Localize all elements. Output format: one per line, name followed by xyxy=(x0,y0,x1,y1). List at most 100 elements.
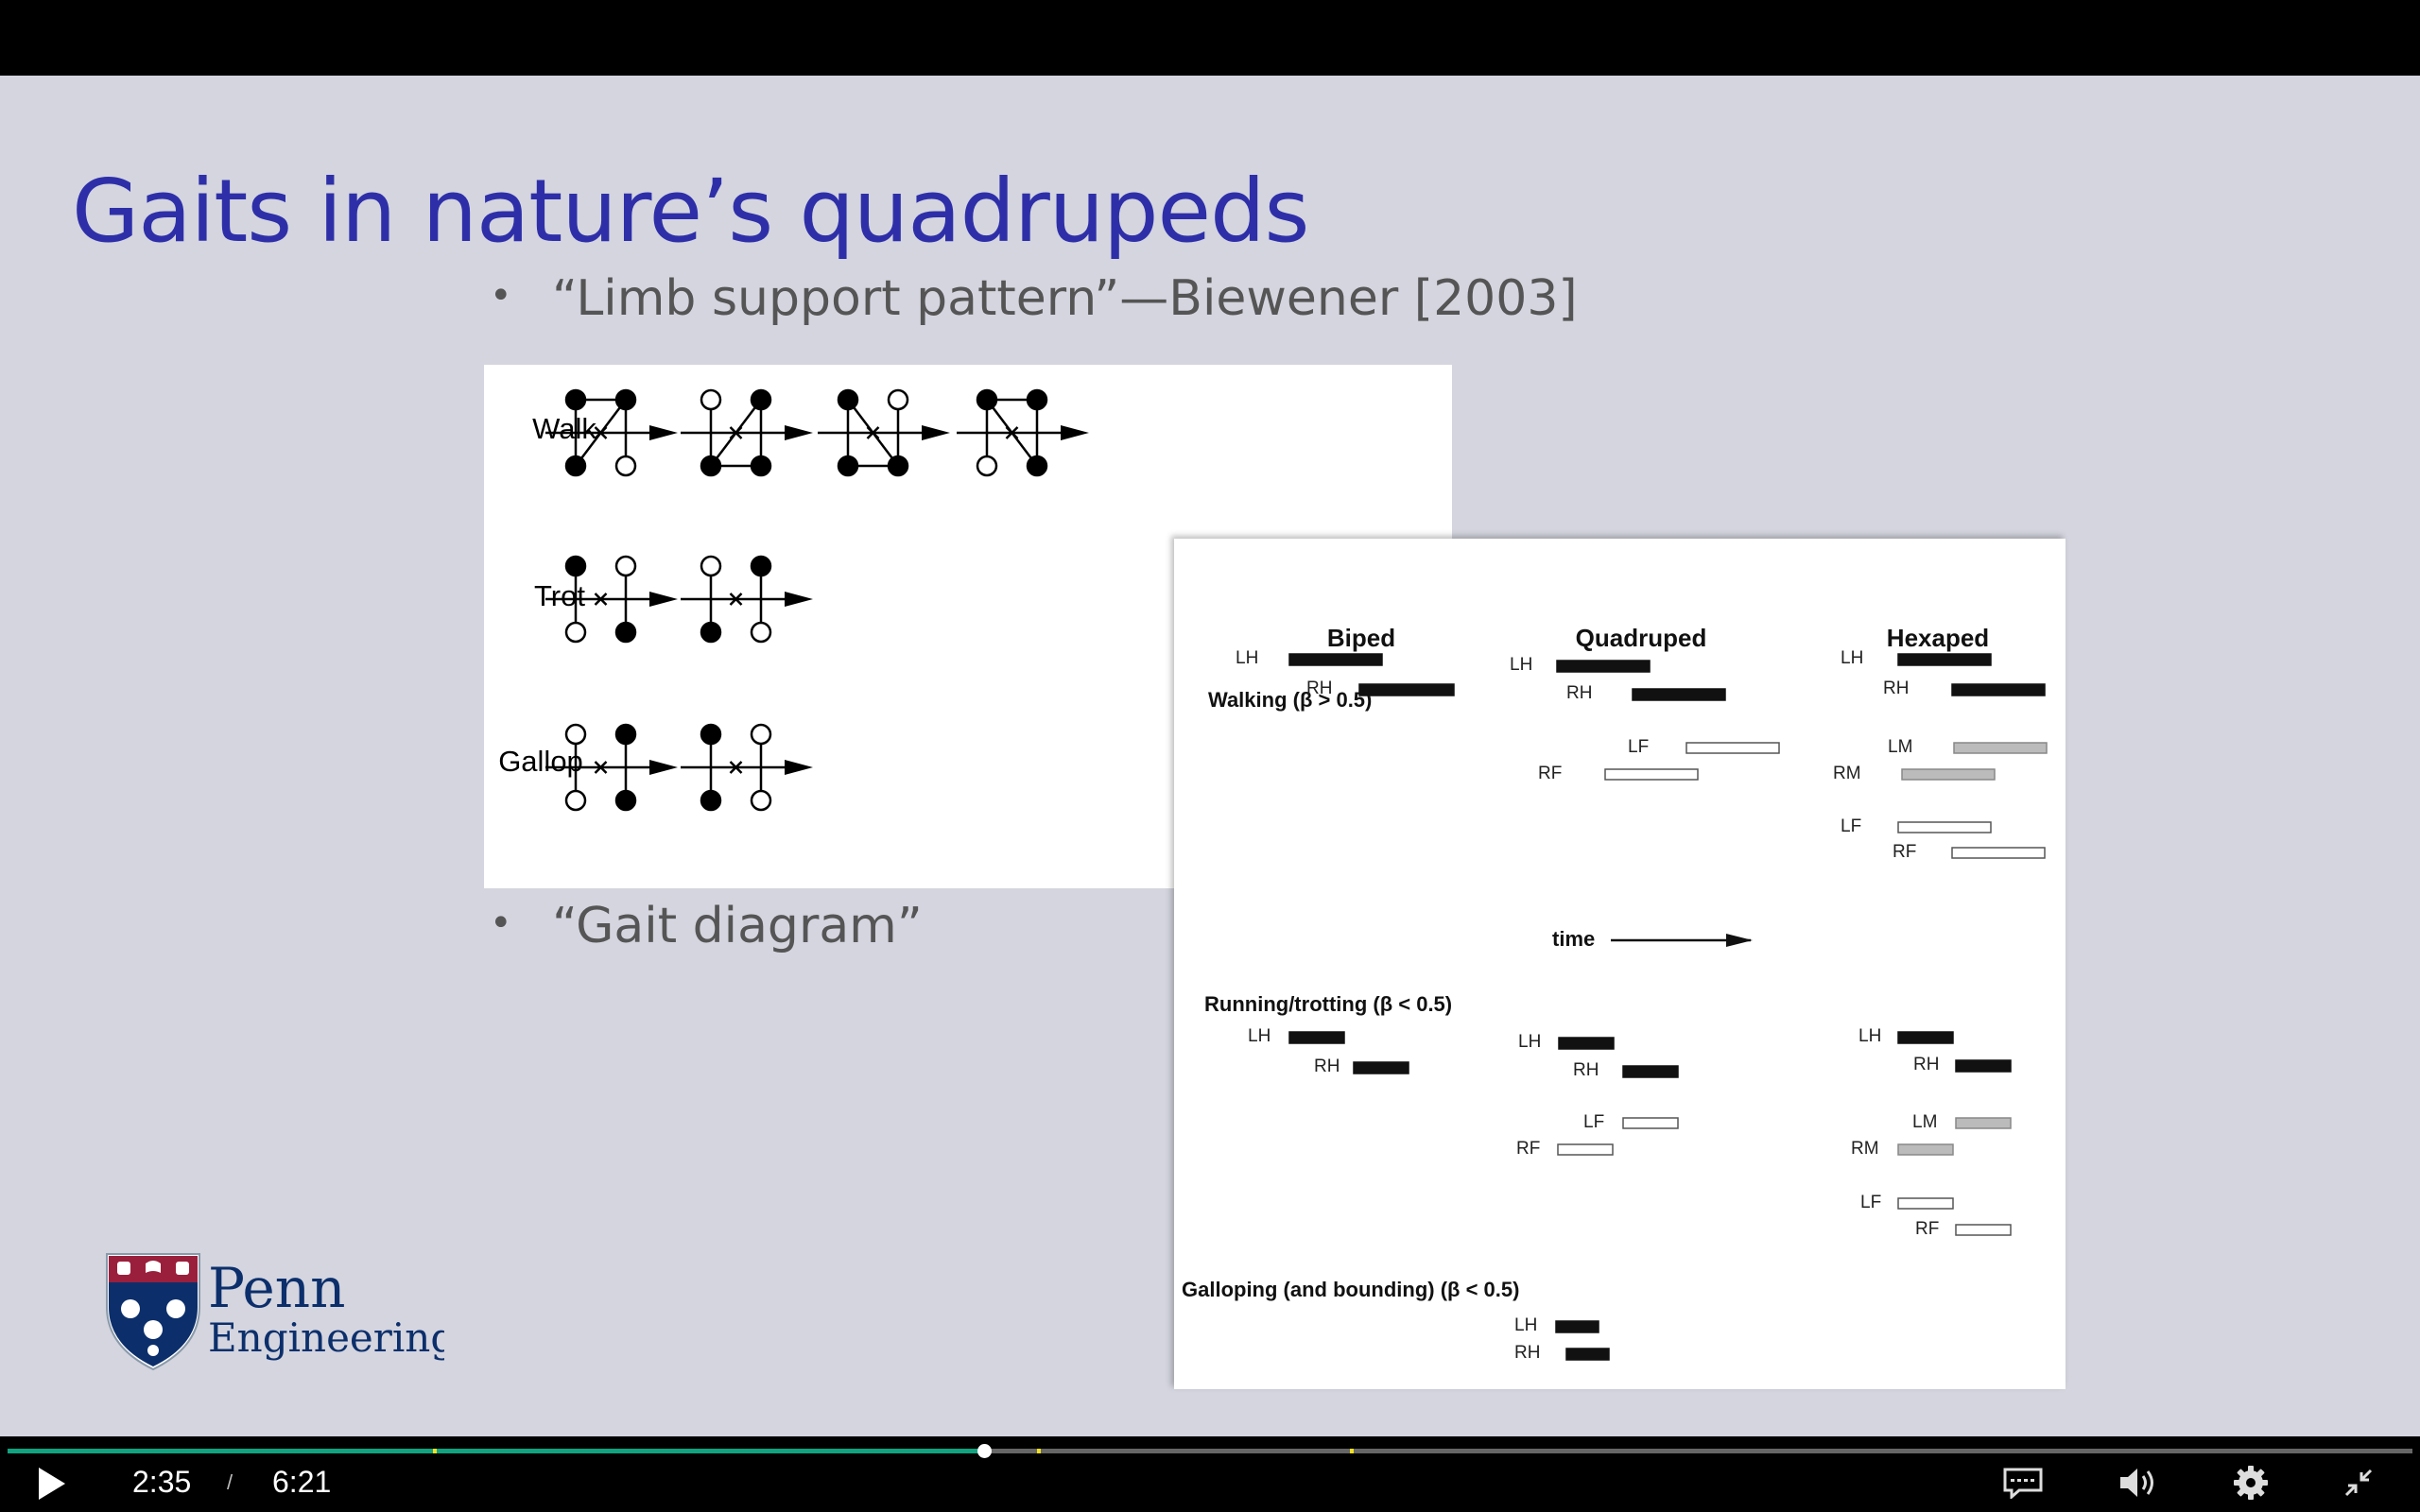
time-separator: / xyxy=(227,1470,233,1494)
gait-diagram: Biped Quadruped Hexaped Walking (β > 0.5… xyxy=(1182,624,2048,1363)
support-glyph xyxy=(545,723,678,812)
player-controls: 2:35 / 6:21 xyxy=(0,1455,2420,1512)
support-glyph xyxy=(545,388,678,477)
foot-up-dot xyxy=(700,388,722,411)
stance-bar-rh xyxy=(1622,1065,1679,1078)
limb-label-lh: LH xyxy=(1858,1026,1881,1046)
foot-down-dot xyxy=(1026,388,1048,411)
stance-bar-lh xyxy=(1897,1031,1954,1044)
limb-label-rh: RH xyxy=(1913,1055,1939,1074)
bullet-text: “Limb support pattern”—Biewener [2003] xyxy=(552,270,1578,327)
header-quadruped: Quadruped xyxy=(1576,624,1707,652)
bullet-dot: • xyxy=(490,902,512,945)
stance-bar-lh xyxy=(1897,653,1992,666)
foot-up-dot xyxy=(614,555,637,577)
foot-down-dot xyxy=(614,789,637,812)
limb-label-rh: RH xyxy=(1306,679,1332,698)
bullet-gait-diagram: • “Gait diagram” xyxy=(490,898,923,954)
limb-label-rf: RF xyxy=(1516,1139,1540,1159)
support-glyph xyxy=(681,555,813,644)
arrow-head xyxy=(649,592,678,607)
limb-label-lh: LH xyxy=(1841,648,1863,668)
chapter-marker[interactable] xyxy=(1349,1449,1354,1453)
stance-bar-lh xyxy=(1558,1037,1615,1050)
captions-button[interactable] xyxy=(2002,1467,2044,1503)
limb-label-lf: LF xyxy=(1841,816,1861,836)
bullet-dot: • xyxy=(490,274,512,318)
foot-up-dot xyxy=(564,621,587,644)
exit-fullscreen-icon xyxy=(2344,1469,2373,1497)
foot-down-dot xyxy=(700,789,722,812)
limb-label-lh: LH xyxy=(1248,1026,1270,1046)
chapter-marker[interactable] xyxy=(1036,1449,1041,1453)
volume-icon xyxy=(2120,1469,2153,1497)
foot-down-dot xyxy=(750,555,772,577)
stance-bar-rh xyxy=(1951,683,2046,696)
limb-label-rh: RH xyxy=(1883,679,1909,698)
foot-down-dot xyxy=(750,388,772,411)
header-biped: Biped xyxy=(1327,624,1395,652)
support-glyph xyxy=(681,388,813,477)
bullet-text: “Gait diagram” xyxy=(552,898,923,954)
stance-bar-lh xyxy=(1556,660,1651,673)
foot-down-dot xyxy=(1026,455,1048,477)
limb-label-lh: LH xyxy=(1236,648,1258,668)
arrow-head xyxy=(785,592,813,607)
arrow-head xyxy=(785,760,813,775)
foot-up-dot xyxy=(887,388,909,411)
support-glyph xyxy=(681,723,813,812)
limb-label-lm: LM xyxy=(1912,1112,1937,1132)
limb-label-lf: LF xyxy=(1860,1193,1881,1212)
arrow-head xyxy=(649,425,678,440)
limb-label-lf: LF xyxy=(1583,1112,1604,1132)
foot-up-dot xyxy=(750,789,772,812)
section-walking: Walking (β > 0.5) xyxy=(1208,688,1372,712)
current-time: 2:35 xyxy=(132,1465,192,1499)
foot-down-dot xyxy=(564,455,587,477)
progress-bar[interactable] xyxy=(8,1444,2412,1458)
arrow-head xyxy=(1061,425,1089,440)
foot-down-dot xyxy=(700,621,722,644)
limb-label-rm: RM xyxy=(1833,764,1861,783)
arrow-head xyxy=(922,425,950,440)
limb-label-lh: LH xyxy=(1514,1315,1537,1335)
bullet-limb-support-pattern: • “Limb support pattern”—Biewener [2003] xyxy=(490,270,1578,327)
foot-down-dot xyxy=(887,455,909,477)
stance-bar-rf xyxy=(1604,768,1699,781)
header-hexaped: Hexaped xyxy=(1887,624,1989,652)
foot-down-dot xyxy=(750,455,772,477)
limb-label-lh: LH xyxy=(1518,1032,1541,1052)
settings-button[interactable] xyxy=(2233,1465,2269,1504)
foot-down-dot xyxy=(837,388,859,411)
foot-down-dot xyxy=(614,388,637,411)
stance-bar-rh xyxy=(1358,683,1455,696)
logo-line-engineering: Engineering xyxy=(208,1314,444,1361)
stance-bar-lm xyxy=(1955,1117,2012,1129)
foot-down-dot xyxy=(614,723,637,746)
foot-down-dot xyxy=(837,455,859,477)
gait-diagram-figure: Biped Quadruped Hexaped Walking (β > 0.5… xyxy=(1174,539,2066,1389)
duration: 6:21 xyxy=(272,1465,332,1499)
foot-down-dot xyxy=(700,455,722,477)
foot-down-dot xyxy=(976,388,998,411)
chapter-marker[interactable] xyxy=(433,1449,438,1453)
stance-bar-lh xyxy=(1288,653,1383,666)
play-button[interactable] xyxy=(36,1465,68,1506)
limb-label-lm: LM xyxy=(1888,737,1912,757)
limb-label-lf: LF xyxy=(1628,737,1649,757)
foot-up-dot xyxy=(564,789,587,812)
foot-up-dot xyxy=(750,723,772,746)
support-glyph xyxy=(957,388,1089,477)
exit-fullscreen-button[interactable] xyxy=(2342,1467,2375,1503)
arrow-head xyxy=(649,760,678,775)
volume-button[interactable] xyxy=(2118,1465,2159,1504)
logo-line-penn: Penn xyxy=(208,1256,345,1320)
stance-bar-rh xyxy=(1353,1061,1409,1074)
section-galloping: Galloping (and bounding) (β < 0.5) xyxy=(1182,1278,1519,1301)
arrow-head xyxy=(785,425,813,440)
limb-label-rh: RH xyxy=(1314,1057,1340,1076)
gear-icon xyxy=(2234,1466,2268,1500)
stance-bar-rh xyxy=(1955,1059,2012,1073)
foot-up-dot xyxy=(750,621,772,644)
stance-bar-rf xyxy=(1557,1143,1614,1156)
